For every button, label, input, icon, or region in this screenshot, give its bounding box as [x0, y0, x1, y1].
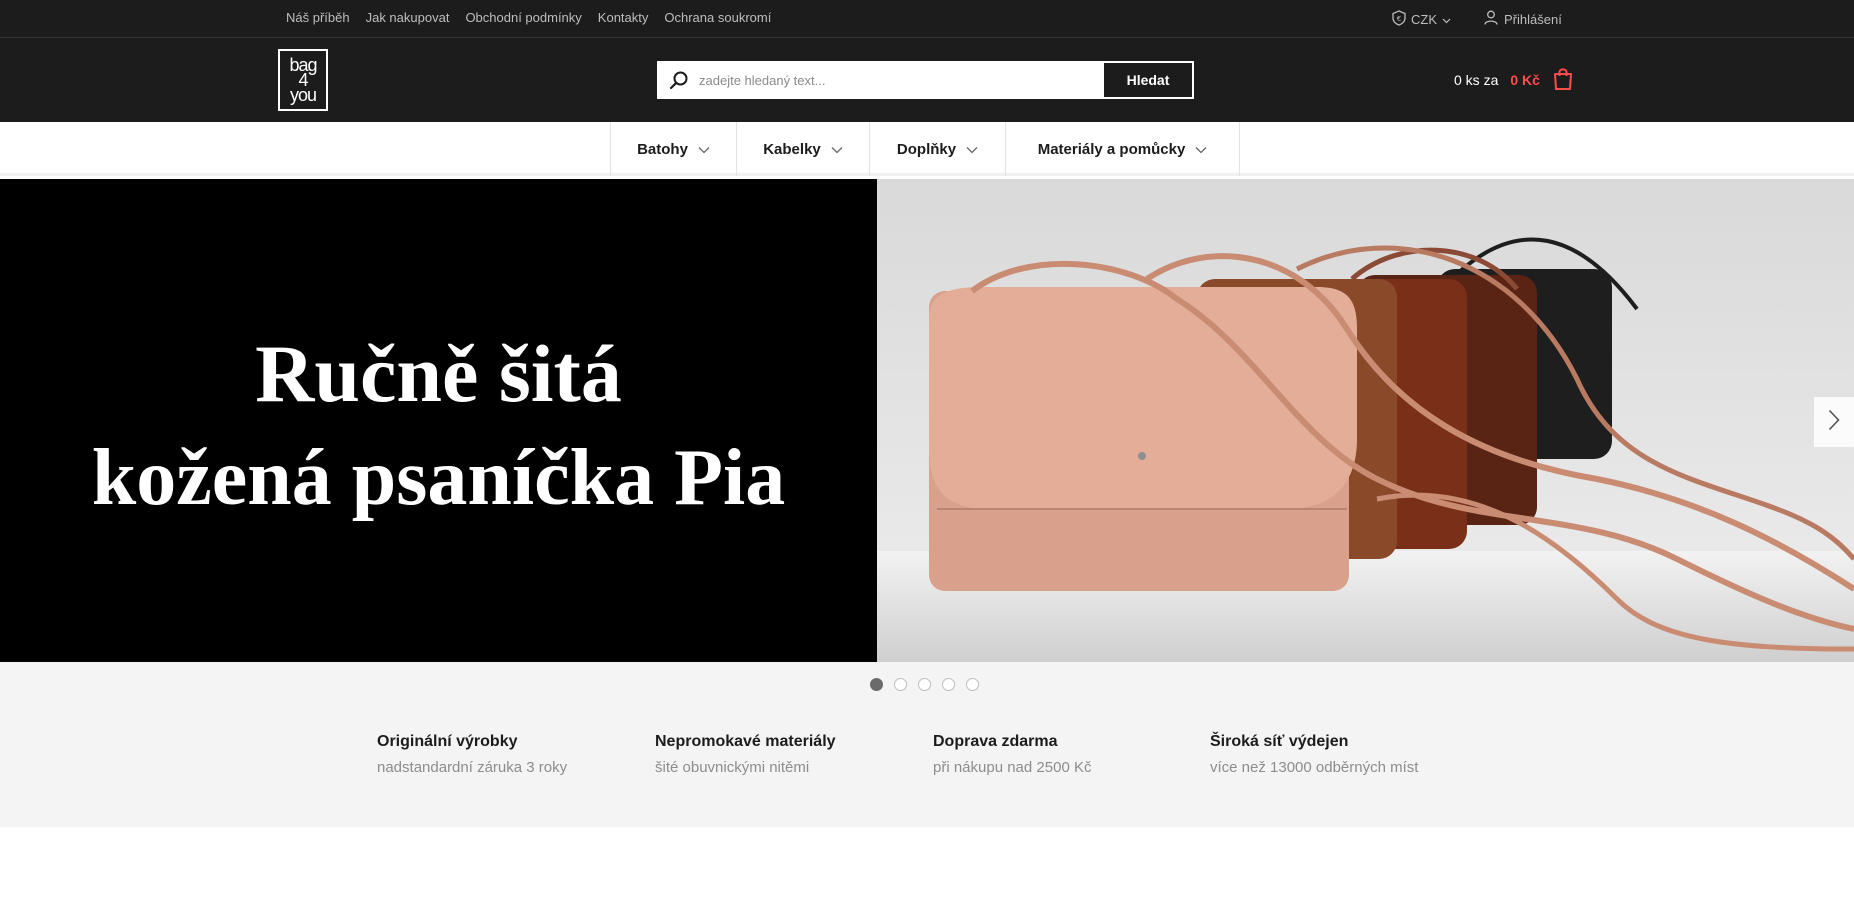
- category-batohy[interactable]: Batohy: [611, 122, 737, 176]
- info-links: Náš příběh Jak nakupovat Obchodní podmín…: [286, 0, 771, 34]
- slider-dot-3[interactable]: [918, 678, 931, 691]
- link-our-story[interactable]: Náš příběh: [286, 10, 350, 25]
- category-label: Kabelky: [763, 140, 821, 158]
- slider-next-button[interactable]: [1814, 397, 1854, 447]
- slider-dot-2[interactable]: [894, 678, 907, 691]
- hero-product-photo: [877, 179, 1854, 662]
- login-link[interactable]: Přihlášení: [1484, 0, 1562, 38]
- chevron-down-icon: [966, 141, 978, 158]
- category-kabelky[interactable]: Kabelky: [737, 122, 870, 176]
- currency-label: CZK: [1411, 11, 1437, 27]
- shopping-bag-icon: [1552, 67, 1574, 94]
- chevron-down-icon: [698, 141, 710, 158]
- slider-dot-5[interactable]: [966, 678, 979, 691]
- hero-slider[interactable]: Ručně šitá kožená psaníčka Pia: [0, 179, 1854, 662]
- category-label: Batohy: [637, 140, 688, 158]
- login-label: Přihlášení: [1504, 11, 1562, 27]
- benefit-title: Nepromokavé materiály: [655, 733, 836, 750]
- benefit-waterproof: Nepromokavé materiály šité obuvnickými n…: [655, 733, 836, 776]
- category-list: Batohy Kabelky Doplňky Materiály a pomůc…: [610, 122, 1240, 176]
- logo-line-you: you: [289, 84, 317, 105]
- search-input[interactable]: [699, 63, 1104, 97]
- link-terms[interactable]: Obchodní podmínky: [465, 10, 581, 25]
- main-header: bag 4 you Hledat 0 ks za 0 Kč: [0, 38, 1854, 122]
- search-icon: [659, 63, 699, 97]
- hero-headline-1: Ručně šitá: [255, 328, 622, 419]
- cart-total: 0 Kč: [1510, 72, 1540, 88]
- hero-text-panel: Ručně šitá kožená psaníčka Pia: [0, 179, 877, 662]
- search-form: Hledat: [657, 61, 1194, 99]
- chevron-down-icon: [1442, 12, 1451, 27]
- cart-summary[interactable]: 0 ks za 0 Kč: [1454, 38, 1574, 122]
- site-logo[interactable]: bag 4 you: [278, 49, 328, 111]
- slider-dots: [870, 678, 979, 691]
- benefit-subtitle: nadstandardní záruka 3 roky: [377, 759, 568, 776]
- user-icon: [1484, 10, 1498, 28]
- search-button[interactable]: Hledat: [1104, 63, 1192, 97]
- category-label: Materiály a pomůcky: [1037, 140, 1186, 158]
- category-label: Doplňky: [896, 140, 957, 158]
- benefit-subtitle: při nákupu nad 2500 Kč: [933, 759, 1092, 776]
- benefit-free-shipping: Doprava zdarma při nákupu nad 2500 Kč: [933, 733, 1091, 776]
- top-utility-bar: Náš příběh Jak nakupovat Obchodní podmín…: [0, 0, 1854, 38]
- link-how-to-buy[interactable]: Jak nakupovat: [366, 10, 450, 25]
- slider-dot-4[interactable]: [942, 678, 955, 691]
- chevron-right-icon: [1828, 409, 1840, 436]
- benefit-subtitle: více než 13000 odběrných míst: [1210, 759, 1419, 776]
- shield-euro-icon: €: [1392, 9, 1406, 29]
- link-contacts[interactable]: Kontakty: [598, 10, 649, 25]
- svg-text:€: €: [1397, 15, 1401, 23]
- category-materialy[interactable]: Materiály a pomůcky: [1006, 122, 1240, 176]
- link-privacy[interactable]: Ochrana soukromí: [664, 10, 771, 25]
- currency-selector[interactable]: € CZK: [1392, 0, 1451, 38]
- category-doplnky[interactable]: Doplňky: [870, 122, 1006, 176]
- benefit-original: Originální výrobky nadstandardní záruka …: [377, 733, 567, 776]
- benefit-subtitle: šité obuvnickými nitěmi: [655, 759, 810, 776]
- benefit-title: Široká síť výdejen: [1210, 733, 1349, 750]
- benefits-section: Originální výrobky nadstandardní záruka …: [0, 662, 1854, 827]
- cart-count: 0 ks za: [1454, 72, 1499, 88]
- benefit-title: Originální výrobky: [377, 733, 518, 750]
- category-nav: Batohy Kabelky Doplňky Materiály a pomůc…: [0, 122, 1854, 176]
- benefit-pickup-network: Široká síť výdejen více než 13000 odběrn…: [1210, 733, 1418, 776]
- benefit-title: Doprava zdarma: [933, 733, 1058, 750]
- chevron-down-icon: [831, 141, 843, 158]
- hero-headline-2: kožená psaníčka Pia: [91, 434, 786, 522]
- chevron-down-icon: [1195, 141, 1207, 158]
- slider-dot-1[interactable]: [870, 678, 883, 691]
